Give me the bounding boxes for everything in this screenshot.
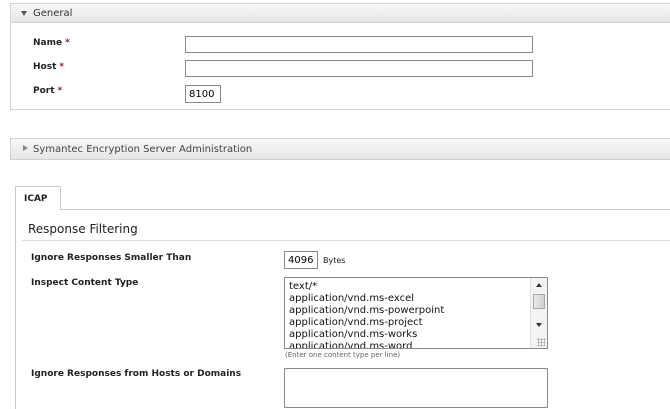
content-type-item: application/vnd.ms-works [289, 329, 418, 340]
host-input[interactable] [185, 60, 533, 77]
inspect-content-type-textarea[interactable]: text/* application/vnd.ms-excel applicat… [284, 277, 548, 349]
port-label-text: Port [33, 86, 55, 96]
name-label-text: Name [33, 38, 63, 48]
tab-divider [15, 209, 670, 210]
required-marker: * [59, 62, 65, 72]
content-type-hint: (Enter one content type per line) [285, 351, 401, 359]
port-input[interactable] [185, 85, 221, 103]
scroll-up-arrow-icon[interactable] [536, 283, 542, 287]
content-type-item: text/* [289, 281, 318, 292]
section-title: Response Filtering [28, 222, 138, 236]
name-label: Name * [33, 38, 70, 48]
required-marker: * [65, 38, 70, 48]
host-label: Host * [33, 62, 64, 72]
general-panel: General [10, 3, 670, 110]
triangle-right-icon[interactable] [23, 145, 28, 151]
scroll-down-arrow-icon[interactable] [536, 323, 542, 327]
required-marker: * [57, 86, 63, 96]
content-type-item: application/vnd.ms-excel [289, 293, 415, 304]
symantec-panel-header[interactable]: Symantec Encryption Server Administratio… [10, 138, 670, 160]
host-label-text: Host [33, 62, 57, 72]
tab-icap-label: ICAP [24, 194, 48, 204]
tab-icap[interactable]: ICAP [15, 186, 61, 210]
content-type-item: application/vnd.ms-project [289, 317, 423, 328]
inspect-content-type-label: Inspect Content Type [31, 278, 139, 288]
general-panel-title: General [33, 8, 73, 19]
ignore-hosts-textarea[interactable] [284, 368, 548, 408]
triangle-down-icon[interactable] [21, 11, 27, 16]
ignore-smaller-input[interactable] [284, 251, 318, 269]
general-panel-header[interactable]: General [11, 4, 670, 23]
symantec-panel-title: Symantec Encryption Server Administratio… [33, 144, 253, 155]
name-input[interactable] [185, 36, 533, 53]
ignore-hosts-label: Ignore Responses from Hosts or Domains [31, 369, 242, 379]
bytes-unit: Bytes [323, 256, 346, 265]
section-divider [22, 240, 670, 241]
scroll-thumb[interactable] [533, 294, 545, 309]
port-label: Port * [33, 86, 62, 96]
content-type-item: application/vnd.ms-powerpoint [289, 305, 445, 316]
content-type-item: application/vnd.ms-word [289, 341, 413, 349]
ignore-smaller-label: Ignore Responses Smaller Than [31, 253, 192, 263]
resize-grip-icon[interactable] [537, 338, 545, 346]
